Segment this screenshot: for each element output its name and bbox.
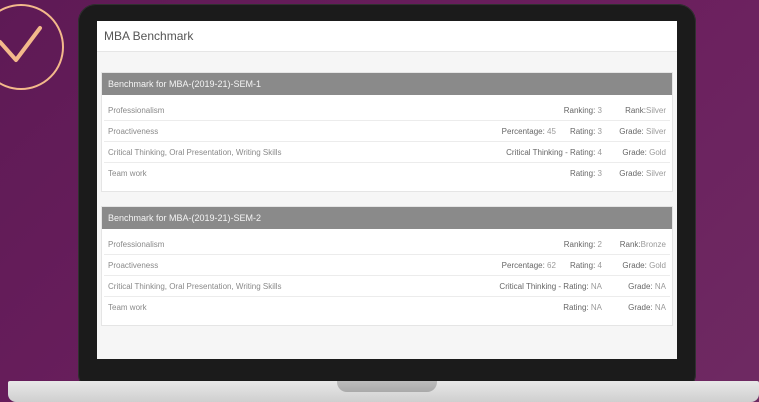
rating-value: Rating: 4 <box>569 260 602 270</box>
laptop-screen: MBA Benchmark Benchmark for MBA-(2019-21… <box>97 21 677 359</box>
benchmark-row-team-work: Team work Rating: NA Grade: NA <box>104 297 670 317</box>
benchmark-panel-sem-2: Benchmark for MBA-(2019-21)-SEM-2 Profes… <box>101 206 673 326</box>
rating-value: Rating: 3 <box>569 126 602 136</box>
grade-value: Grade: Gold <box>622 260 666 270</box>
checkmark-badge <box>0 4 64 90</box>
grade-value: Grade: Gold <box>622 147 666 157</box>
row-label: Team work <box>108 302 147 312</box>
critical-thinking-rating-value: Critical Thinking - Rating: 4 <box>506 147 602 157</box>
panel-title: Benchmark for MBA-(2019-21)-SEM-2 <box>102 207 672 229</box>
benchmark-row-critical-thinking: Critical Thinking, Oral Presentation, Wr… <box>104 276 670 297</box>
grade-value: Grade: Silver <box>619 168 666 178</box>
critical-thinking-rating-value: Critical Thinking - Rating: NA <box>499 281 602 291</box>
row-label: Proactiveness <box>108 260 159 270</box>
laptop-notch <box>337 381 437 392</box>
rank-value: Rank:Bronze <box>619 239 666 249</box>
ranking-value: Ranking: 3 <box>563 105 602 115</box>
panel-body: Professionalism Ranking: 2 Rank:Bronze P… <box>102 229 672 325</box>
rating-value: Rating: 3 <box>569 168 602 178</box>
checkmark-icon <box>0 26 42 62</box>
benchmark-panel-sem-1: Benchmark for MBA-(2019-21)-SEM-1 Profes… <box>101 72 673 192</box>
grade-value: Grade: NA <box>628 302 666 312</box>
benchmark-row-proactiveness: Proactiveness Percentage: 45 Rating: 3 G… <box>104 121 670 142</box>
row-label: Professionalism <box>108 239 165 249</box>
benchmark-row-team-work: Team work Rating: 3 Grade: Silver <box>104 163 670 183</box>
panel-title: Benchmark for MBA-(2019-21)-SEM-1 <box>102 73 672 95</box>
grade-value: Grade: Silver <box>619 126 666 136</box>
row-label: Team work <box>108 168 147 178</box>
percentage-value: Percentage: 45 <box>501 126 556 136</box>
benchmark-row-professionalism: Professionalism Ranking: 2 Rank:Bronze <box>104 234 670 255</box>
row-label: Critical Thinking, Oral Presentation, Wr… <box>108 281 282 291</box>
grade-value: Grade: NA <box>628 281 666 291</box>
rank-value: Rank:Silver <box>625 105 666 115</box>
panel-body: Professionalism Ranking: 3 Rank:Silver P… <box>102 95 672 191</box>
row-label: Proactiveness <box>108 126 159 136</box>
ranking-value: Ranking: 2 <box>563 239 602 249</box>
row-label: Critical Thinking, Oral Presentation, Wr… <box>108 147 282 157</box>
benchmark-row-proactiveness: Proactiveness Percentage: 62 Rating: 4 G… <box>104 255 670 276</box>
rating-value: Rating: NA <box>563 302 602 312</box>
benchmark-row-professionalism: Professionalism Ranking: 3 Rank:Silver <box>104 100 670 121</box>
benchmark-row-critical-thinking: Critical Thinking, Oral Presentation, Wr… <box>104 142 670 163</box>
row-label: Professionalism <box>108 105 165 115</box>
page-title: MBA Benchmark <box>97 21 677 52</box>
percentage-value: Percentage: 62 <box>501 260 556 270</box>
